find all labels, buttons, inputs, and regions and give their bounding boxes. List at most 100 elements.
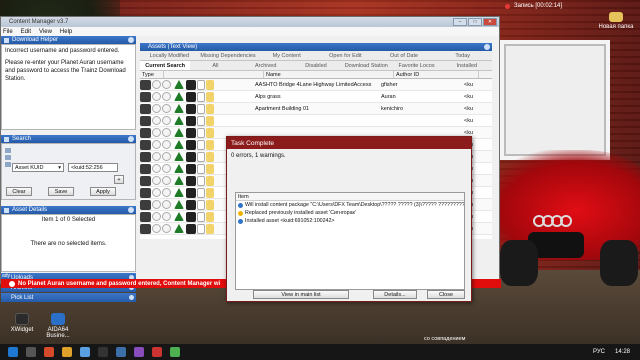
column-type[interactable]: Type xyxy=(140,71,164,78)
folder-icon xyxy=(609,12,623,22)
menu-bar: File Edit View Help xyxy=(1,27,499,36)
collapse-icon[interactable] xyxy=(128,136,134,142)
clear-button[interactable]: Clear xyxy=(6,187,32,196)
close-button[interactable]: Close xyxy=(427,290,465,299)
search-icon[interactable] xyxy=(26,347,36,357)
list-item[interactable]: Replaced previously installed asset 'Сиг… xyxy=(236,209,464,217)
dialog-message-list[interactable]: Item Will install content package "C:\Us… xyxy=(235,192,465,290)
installed-icon xyxy=(174,116,184,125)
house-icon xyxy=(140,103,151,114)
document-icon xyxy=(197,187,205,198)
app-icon[interactable] xyxy=(134,347,144,357)
view-in-main-list-button[interactable]: View in main list xyxy=(253,290,349,299)
tab-installed[interactable]: Installed xyxy=(442,61,492,70)
column-author[interactable]: Author ID xyxy=(394,71,479,78)
tab-disabled[interactable]: Disabled xyxy=(291,61,341,70)
window-titlebar[interactable]: Content Manager v3.7 – □ ✕ xyxy=(1,17,499,27)
document-icon xyxy=(197,103,205,114)
folder-icon[interactable] xyxy=(62,347,72,357)
edit-icon xyxy=(186,187,196,198)
recording-indicator[interactable]: Запись [00:02:14] xyxy=(505,1,640,11)
filter-icon[interactable] xyxy=(5,155,11,160)
app-icon[interactable] xyxy=(116,347,126,357)
apply-button[interactable]: Apply xyxy=(90,187,116,196)
list-item[interactable]: Will install content package "C:\Users\D… xyxy=(236,201,464,209)
menu-help[interactable]: Help xyxy=(60,29,72,35)
details-button[interactable]: Details... xyxy=(373,290,417,299)
column-kuid[interactable] xyxy=(479,71,492,78)
installed-icon xyxy=(174,128,184,137)
house-icon xyxy=(140,151,151,162)
tab-today[interactable]: Today xyxy=(433,51,492,60)
tab-archived[interactable]: Archived xyxy=(241,61,291,70)
column-name[interactable]: Name xyxy=(264,71,394,78)
column-status[interactable] xyxy=(164,71,264,78)
search-field-select[interactable]: Asset KUID ▾ xyxy=(12,163,64,172)
tab-out-of-date[interactable]: Out of Date xyxy=(375,51,434,60)
document-icon xyxy=(197,175,205,186)
search-header[interactable]: Search xyxy=(1,135,136,143)
tab-locally-modified[interactable]: Locally Modified xyxy=(140,51,199,60)
tag-icon xyxy=(206,223,214,234)
tab-all[interactable]: All xyxy=(190,61,240,70)
asset-author: kenichiro xyxy=(381,105,404,112)
menu-file[interactable]: File xyxy=(3,29,13,35)
window-title: Content Manager v3.7 xyxy=(9,19,69,25)
tag-icon xyxy=(206,103,214,114)
info-icon xyxy=(238,218,243,224)
collapse-icon[interactable] xyxy=(128,37,134,43)
collapse-icon[interactable] xyxy=(484,44,490,50)
desktop-icon-aida64[interactable]: AIDA64 Busine... xyxy=(36,313,80,339)
warning-icon xyxy=(238,210,243,216)
filter-icon[interactable] xyxy=(5,162,11,167)
close-icon[interactable]: ✕ xyxy=(483,18,497,26)
app-icon[interactable] xyxy=(152,347,162,357)
list-item[interactable]: Installed asset <kuid:691052:100242> xyxy=(236,217,464,225)
collapse-icon[interactable] xyxy=(128,207,134,213)
app-icon[interactable] xyxy=(170,347,180,357)
dialog-title[interactable]: Task Complete xyxy=(227,137,471,149)
pick-list-panel[interactable]: Pick List xyxy=(1,293,136,302)
expand-icon[interactable] xyxy=(129,295,134,300)
tab-current-search[interactable]: Current Search xyxy=(140,61,191,70)
tab-download-station[interactable]: Download Station xyxy=(341,61,391,70)
start-icon[interactable] xyxy=(8,347,18,357)
filter-icon[interactable] xyxy=(5,148,11,153)
maximize-icon[interactable]: □ xyxy=(468,18,482,26)
status-circle-icon xyxy=(152,212,161,221)
download-helper-header[interactable]: Download Helper xyxy=(1,36,136,44)
recording-time: Запись [00:02:14] xyxy=(514,3,563,9)
table-row[interactable]: <ku xyxy=(140,115,492,127)
browser-icon[interactable] xyxy=(80,347,90,357)
tab-my-content[interactable]: My Content xyxy=(257,51,316,60)
menu-edit[interactable]: Edit xyxy=(21,29,31,35)
app-icon[interactable] xyxy=(44,347,54,357)
login-hint-text: Please re-enter your Planet Auran userna… xyxy=(5,60,126,82)
installed-icon xyxy=(174,200,184,209)
tab-missing-dependencies[interactable]: Missing Dependencies xyxy=(199,51,258,60)
status-ready-text: ady xyxy=(2,273,11,279)
house-icon xyxy=(140,127,151,138)
save-button[interactable]: Save xyxy=(48,187,74,196)
asset-details-header[interactable]: Asset Details xyxy=(1,206,136,214)
status-circle-icon xyxy=(162,164,171,173)
clock[interactable]: 14:28 xyxy=(615,349,630,355)
house-icon xyxy=(140,163,151,174)
minimize-icon[interactable]: – xyxy=(453,18,467,26)
status-circle-icon xyxy=(152,128,161,137)
menu-view[interactable]: View xyxy=(39,29,52,35)
add-condition-button[interactable]: + xyxy=(114,175,124,184)
steam-icon[interactable] xyxy=(98,347,108,357)
tab-open-for-edit[interactable]: Open for Edit xyxy=(316,51,375,60)
table-row[interactable]: Alps grass Auran <ku xyxy=(140,91,492,103)
language-indicator[interactable]: РУС xyxy=(593,349,605,355)
house-icon xyxy=(140,115,151,126)
list-column-item[interactable]: Item xyxy=(236,193,464,201)
assets-header[interactable]: Assets (Text View) xyxy=(140,43,492,51)
search-value-input[interactable]: <kuid:52:256 xyxy=(68,163,118,172)
table-row[interactable]: Apartment Building 01 kenichiro <ku xyxy=(140,103,492,115)
desktop-icon-new-folder[interactable]: Новая папка xyxy=(596,12,636,30)
tab-favorite-locos[interactable]: Favorite Locos xyxy=(391,61,441,70)
download-icon xyxy=(4,37,9,43)
table-row[interactable]: AASHTO Bridge 4Lane Highway LimitedAcces… xyxy=(140,79,492,91)
